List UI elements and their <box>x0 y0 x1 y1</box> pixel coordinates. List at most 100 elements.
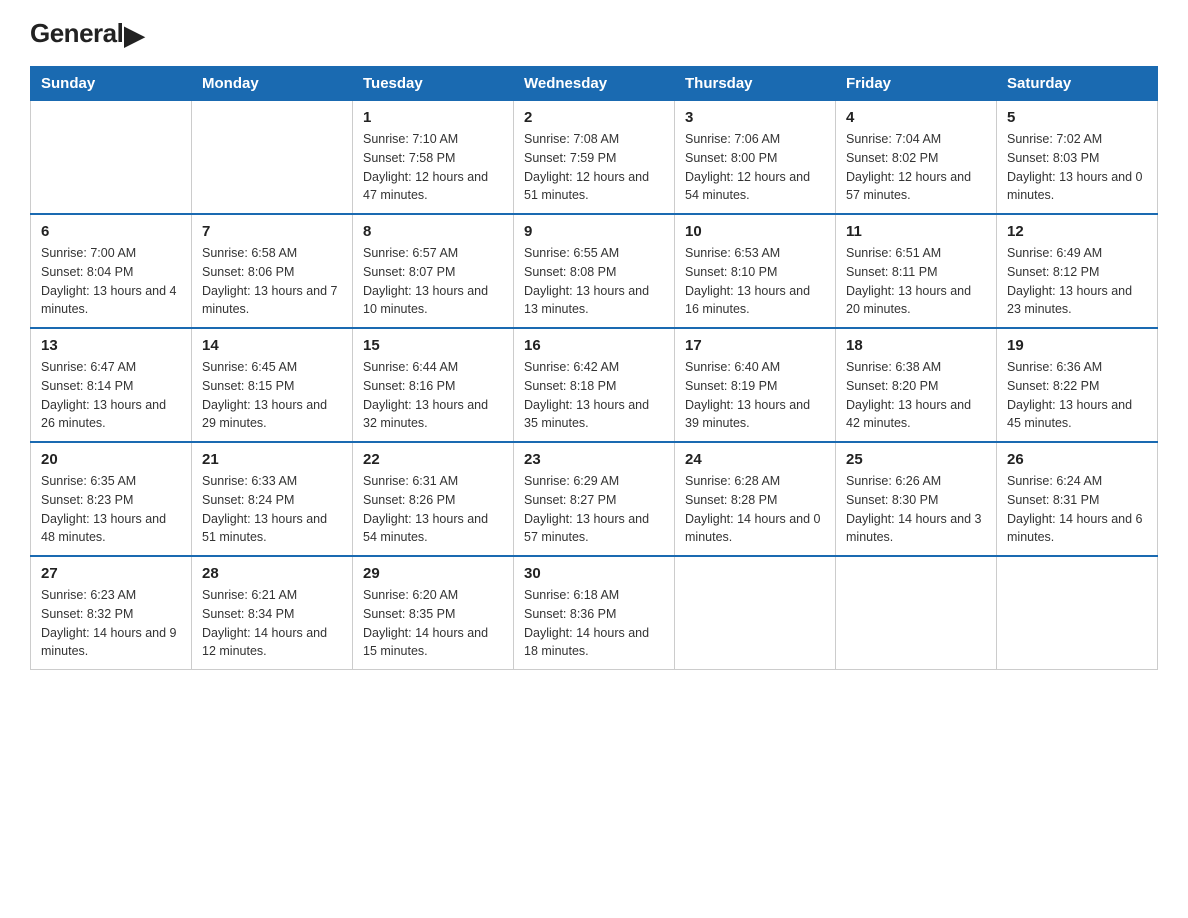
calendar-cell: 24 Sunrise: 6:28 AM Sunset: 8:28 PM Dayli… <box>675 442 836 556</box>
logo-icon: General▶ <box>30 20 144 48</box>
day-info: Sunrise: 6:45 AM Sunset: 8:15 PM Dayligh… <box>202 358 342 433</box>
day-info: Sunrise: 6:26 AM Sunset: 8:30 PM Dayligh… <box>846 472 986 547</box>
logo-general-text: General▶ <box>30 20 144 48</box>
calendar-cell: 26 Sunrise: 6:24 AM Sunset: 8:31 PM Dayli… <box>997 442 1158 556</box>
day-info: Sunrise: 6:42 AM Sunset: 8:18 PM Dayligh… <box>524 358 664 433</box>
day-number: 24 <box>685 451 825 468</box>
day-number: 16 <box>524 337 664 354</box>
calendar-cell: 21Sunrise: 6:33 AM Sunset: 8:24 PM Dayli… <box>192 442 353 556</box>
day-info: Sunrise: 7:02 AM Sunset: 8:03 PM Dayligh… <box>1007 130 1147 205</box>
day-info: Sunrise: 6:36 AM Sunset: 8:22 PM Dayligh… <box>1007 358 1147 433</box>
day-info: Sunrise: 6:28 AM Sunset: 8:28 PM Dayligh… <box>685 472 825 547</box>
calendar-cell: 16 Sunrise: 6:42 AM Sunset: 8:18 PM Dayli… <box>514 328 675 442</box>
day-number: 22 <box>363 451 503 468</box>
calendar-week-row: 1 Sunrise: 7:10 AM Sunset: 7:58 PM Daylig… <box>31 101 1158 215</box>
day-number: 15 <box>363 337 503 354</box>
day-number: 23 <box>524 451 664 468</box>
day-info: Sunrise: 6:31 AM Sunset: 8:26 PM Dayligh… <box>363 472 503 547</box>
calendar-cell: 2 Sunrise: 7:08 AM Sunset: 7:59 PM Daylig… <box>514 101 675 215</box>
calendar-cell: 29Sunrise: 6:20 AM Sunset: 8:35 PM Dayli… <box>353 556 514 670</box>
day-number: 9 <box>524 223 664 240</box>
calendar-cell: 7 Sunrise: 6:58 AM Sunset: 8:06 PM Daylig… <box>192 214 353 328</box>
day-info: Sunrise: 6:35 AM Sunset: 8:23 PM Dayligh… <box>41 472 181 547</box>
day-info: Sunrise: 7:06 AM Sunset: 8:00 PM Dayligh… <box>685 130 825 205</box>
day-number: 2 <box>524 109 664 126</box>
calendar-week-row: 13Sunrise: 6:47 AM Sunset: 8:14 PM Dayli… <box>31 328 1158 442</box>
calendar-cell: 8Sunrise: 6:57 AM Sunset: 8:07 PM Daylig… <box>353 214 514 328</box>
day-number: 3 <box>685 109 825 126</box>
day-info: Sunrise: 7:08 AM Sunset: 7:59 PM Dayligh… <box>524 130 664 205</box>
day-info: Sunrise: 6:29 AM Sunset: 8:27 PM Dayligh… <box>524 472 664 547</box>
logo: General▶ <box>30 20 144 48</box>
calendar-header-row: Sunday Monday Tuesday Wednesday Thursday… <box>31 67 1158 101</box>
day-info: Sunrise: 6:55 AM Sunset: 8:08 PM Dayligh… <box>524 244 664 319</box>
calendar-cell: 6 Sunrise: 7:00 AM Sunset: 8:04 PM Daylig… <box>31 214 192 328</box>
calendar-cell: 5 Sunrise: 7:02 AM Sunset: 8:03 PM Daylig… <box>997 101 1158 215</box>
calendar-cell: 9 Sunrise: 6:55 AM Sunset: 8:08 PM Daylig… <box>514 214 675 328</box>
calendar-cell: 4 Sunrise: 7:04 AM Sunset: 8:02 PM Daylig… <box>836 101 997 215</box>
day-number: 27 <box>41 565 181 582</box>
col-monday: Monday <box>192 67 353 101</box>
calendar-cell: 10 Sunrise: 6:53 AM Sunset: 8:10 PM Dayli… <box>675 214 836 328</box>
day-number: 11 <box>846 223 986 240</box>
day-number: 14 <box>202 337 342 354</box>
day-number: 5 <box>1007 109 1147 126</box>
calendar-cell: 19 Sunrise: 6:36 AM Sunset: 8:22 PM Dayli… <box>997 328 1158 442</box>
calendar-cell: 15 Sunrise: 6:44 AM Sunset: 8:16 PM Dayli… <box>353 328 514 442</box>
calendar-cell: 27 Sunrise: 6:23 AM Sunset: 8:32 PM Dayli… <box>31 556 192 670</box>
day-info: Sunrise: 6:38 AM Sunset: 8:20 PM Dayligh… <box>846 358 986 433</box>
col-friday: Friday <box>836 67 997 101</box>
day-number: 19 <box>1007 337 1147 354</box>
calendar-cell: 18 Sunrise: 6:38 AM Sunset: 8:20 PM Dayli… <box>836 328 997 442</box>
day-info: Sunrise: 7:10 AM Sunset: 7:58 PM Dayligh… <box>363 130 503 205</box>
day-number: 12 <box>1007 223 1147 240</box>
calendar-cell <box>836 556 997 670</box>
day-number: 26 <box>1007 451 1147 468</box>
day-number: 10 <box>685 223 825 240</box>
calendar-cell <box>675 556 836 670</box>
col-sunday: Sunday <box>31 67 192 101</box>
day-info: Sunrise: 6:53 AM Sunset: 8:10 PM Dayligh… <box>685 244 825 319</box>
calendar-cell <box>997 556 1158 670</box>
day-info: Sunrise: 6:58 AM Sunset: 8:06 PM Dayligh… <box>202 244 342 319</box>
day-info: Sunrise: 6:51 AM Sunset: 8:11 PM Dayligh… <box>846 244 986 319</box>
day-info: Sunrise: 6:44 AM Sunset: 8:16 PM Dayligh… <box>363 358 503 433</box>
day-number: 1 <box>363 109 503 126</box>
day-info: Sunrise: 7:04 AM Sunset: 8:02 PM Dayligh… <box>846 130 986 205</box>
day-number: 4 <box>846 109 986 126</box>
logo-arrow-icon: ▶ <box>124 22 144 48</box>
col-wednesday: Wednesday <box>514 67 675 101</box>
calendar-week-row: 6 Sunrise: 7:00 AM Sunset: 8:04 PM Daylig… <box>31 214 1158 328</box>
calendar-cell: 22 Sunrise: 6:31 AM Sunset: 8:26 PM Dayli… <box>353 442 514 556</box>
day-number: 20 <box>41 451 181 468</box>
calendar-week-row: 20 Sunrise: 6:35 AM Sunset: 8:23 PM Dayli… <box>31 442 1158 556</box>
day-number: 6 <box>41 223 181 240</box>
page-header: General▶ <box>30 20 1158 48</box>
day-number: 30 <box>524 565 664 582</box>
day-info: Sunrise: 6:23 AM Sunset: 8:32 PM Dayligh… <box>41 586 181 661</box>
calendar-cell <box>192 101 353 215</box>
day-number: 7 <box>202 223 342 240</box>
calendar-cell: 28Sunrise: 6:21 AM Sunset: 8:34 PM Dayli… <box>192 556 353 670</box>
calendar-cell: 25Sunrise: 6:26 AM Sunset: 8:30 PM Dayli… <box>836 442 997 556</box>
calendar-cell: 20 Sunrise: 6:35 AM Sunset: 8:23 PM Dayli… <box>31 442 192 556</box>
day-info: Sunrise: 7:00 AM Sunset: 8:04 PM Dayligh… <box>41 244 181 319</box>
calendar-cell: 14 Sunrise: 6:45 AM Sunset: 8:15 PM Dayli… <box>192 328 353 442</box>
day-number: 17 <box>685 337 825 354</box>
calendar-cell <box>31 101 192 215</box>
day-number: 13 <box>41 337 181 354</box>
calendar-cell: 17 Sunrise: 6:40 AM Sunset: 8:19 PM Dayli… <box>675 328 836 442</box>
calendar-cell: 30 Sunrise: 6:18 AM Sunset: 8:36 PM Dayli… <box>514 556 675 670</box>
calendar-week-row: 27 Sunrise: 6:23 AM Sunset: 8:32 PM Dayli… <box>31 556 1158 670</box>
col-thursday: Thursday <box>675 67 836 101</box>
day-info: Sunrise: 6:57 AM Sunset: 8:07 PM Dayligh… <box>363 244 503 319</box>
day-info: Sunrise: 6:18 AM Sunset: 8:36 PM Dayligh… <box>524 586 664 661</box>
day-number: 28 <box>202 565 342 582</box>
day-info: Sunrise: 6:40 AM Sunset: 8:19 PM Dayligh… <box>685 358 825 433</box>
col-tuesday: Tuesday <box>353 67 514 101</box>
calendar-cell: 12Sunrise: 6:49 AM Sunset: 8:12 PM Dayli… <box>997 214 1158 328</box>
calendar-cell: 13Sunrise: 6:47 AM Sunset: 8:14 PM Dayli… <box>31 328 192 442</box>
day-number: 18 <box>846 337 986 354</box>
day-number: 29 <box>363 565 503 582</box>
day-info: Sunrise: 6:24 AM Sunset: 8:31 PM Dayligh… <box>1007 472 1147 547</box>
